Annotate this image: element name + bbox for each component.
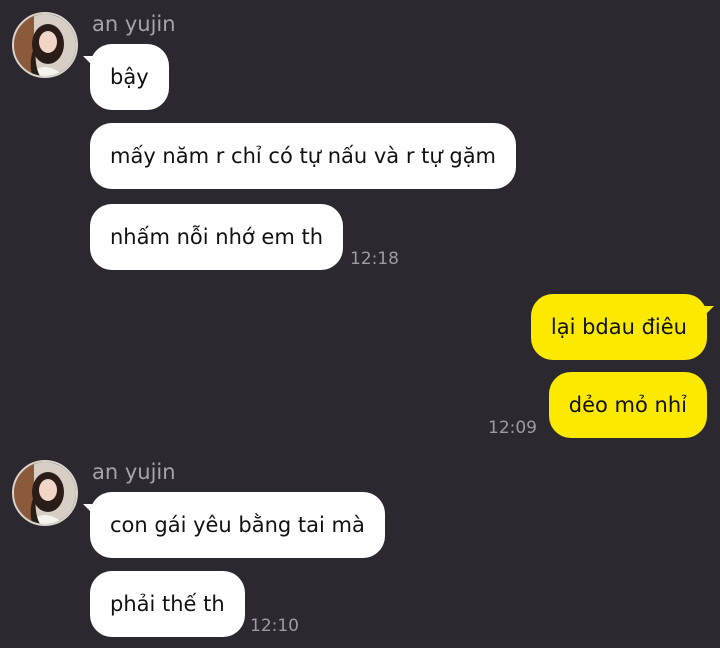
sender-avatar[interactable]: [12, 460, 78, 526]
message-bubble-outgoing[interactable]: lại bdau điêu: [530, 294, 707, 360]
sender-avatar[interactable]: [12, 12, 78, 78]
chat-view: an yujin bậy mấy năm r chỉ có tự nấu và …: [0, 0, 720, 648]
message-bubble-outgoing[interactable]: dẻo mỏ nhỉ: [548, 372, 707, 438]
message-timestamp: 12:09: [488, 418, 537, 438]
avatar-photo: [14, 14, 76, 76]
message-bubble-incoming[interactable]: phải thế th: [90, 571, 245, 637]
sender-name: an yujin: [92, 460, 176, 484]
message-timestamp: 12:18: [350, 249, 399, 269]
avatar-photo: [14, 462, 76, 524]
message-bubble-incoming[interactable]: con gái yêu bằng tai mà: [90, 492, 385, 558]
message-timestamp: 12:10: [250, 616, 299, 636]
message-bubble-incoming[interactable]: bậy: [90, 44, 169, 110]
sender-name: an yujin: [92, 12, 176, 36]
message-bubble-incoming[interactable]: nhấm nỗi nhớ em th: [90, 204, 344, 270]
message-bubble-incoming[interactable]: mấy năm r chỉ có tự nấu và r tự gặm: [90, 123, 517, 189]
